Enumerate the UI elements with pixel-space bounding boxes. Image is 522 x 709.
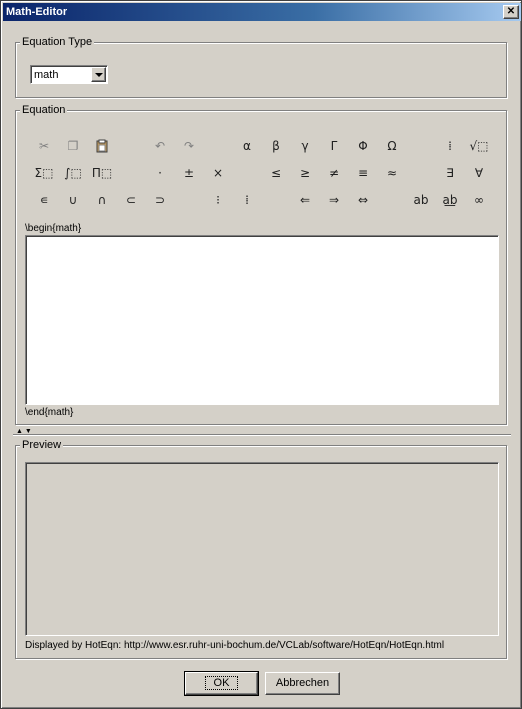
redo-icon[interactable]: ↷	[178, 136, 200, 156]
paste-icon[interactable]	[91, 136, 113, 156]
supset-button[interactable]: ⊃	[149, 190, 171, 210]
leq-button[interactable]: ≤	[265, 163, 287, 183]
capital-omega-button[interactable]: Ω	[381, 136, 403, 156]
rightarrow-button[interactable]: ⇒	[323, 190, 345, 210]
title-bar: Math-Editor ✕	[3, 3, 521, 21]
ok-button[interactable]: OK	[184, 671, 259, 696]
integral-icon[interactable]: ∫⬚	[62, 163, 84, 183]
cdot-button[interactable]: ·	[149, 163, 171, 183]
equation-type-select[interactable]: math	[30, 65, 108, 84]
subset-button[interactable]: ⊂	[120, 190, 142, 210]
displayed-by-text: Displayed by HotEqn: http://www.esr.ruhr…	[25, 640, 445, 651]
ok-label: OK	[204, 676, 239, 690]
exists-button[interactable]: ∃	[439, 163, 461, 183]
neq-button[interactable]: ≠	[323, 163, 345, 183]
cut-icon[interactable]: ✂	[33, 136, 55, 156]
ab-sub-icon[interactable]: a͟b	[439, 190, 461, 210]
forall-button[interactable]: ∀	[468, 163, 490, 183]
alpha-button[interactable]: α	[236, 136, 258, 156]
equiv-button[interactable]: ≡	[352, 163, 374, 183]
leftarrow-button[interactable]: ⇐	[294, 190, 316, 210]
plus-minus-button[interactable]: ±	[178, 163, 200, 183]
window-title: Math-Editor	[6, 6, 68, 18]
superscript-icon[interactable]: ⁝	[207, 190, 229, 210]
gamma-button[interactable]: γ	[294, 136, 316, 156]
sqrt-icon[interactable]: √⬚	[468, 136, 490, 156]
splitter[interactable]	[13, 434, 511, 436]
approx-button[interactable]: ≈	[381, 163, 403, 183]
ab-icon[interactable]: ab	[410, 190, 432, 210]
undo-icon[interactable]: ↶	[149, 136, 171, 156]
equation-type-value: math	[34, 69, 59, 81]
capital-phi-button[interactable]: Φ	[352, 136, 374, 156]
preview-area	[25, 462, 499, 636]
beta-button[interactable]: β	[265, 136, 287, 156]
preview-legend: Preview	[20, 439, 64, 451]
end-math-label: \end{math}	[25, 407, 74, 418]
math-editor-window: Math-Editor ✕ Equation Type math Equatio…	[0, 0, 522, 709]
cancel-label: Abbrechen	[275, 677, 330, 689]
chevron-down-icon[interactable]	[91, 67, 106, 82]
copy-icon[interactable]: ❐	[62, 136, 84, 156]
subscript-icon[interactable]: ⁞	[236, 190, 258, 210]
capital-gamma-button[interactable]: Γ	[323, 136, 345, 156]
equation-input[interactable]	[25, 235, 499, 405]
in-button[interactable]: ∊	[33, 190, 55, 210]
fraction-icon[interactable]: ⁞	[439, 136, 461, 156]
equation-type-legend: Equation Type	[20, 36, 95, 48]
begin-math-label: \begin{math}	[25, 223, 82, 234]
sum-icon[interactable]: Σ⬚	[33, 163, 55, 183]
equation-legend: Equation	[20, 104, 68, 116]
infinity-button[interactable]: ∞	[468, 190, 490, 210]
cup-button[interactable]: ∪	[62, 190, 84, 210]
cancel-button[interactable]: Abbrechen	[265, 672, 340, 695]
times-button[interactable]: ×	[207, 163, 229, 183]
close-button[interactable]: ✕	[503, 5, 519, 19]
leftrightarrow-button[interactable]: ⇔	[352, 190, 374, 210]
cap-button[interactable]: ∩	[91, 190, 113, 210]
geq-button[interactable]: ≥	[294, 163, 316, 183]
product-icon[interactable]: Π⬚	[91, 163, 113, 183]
